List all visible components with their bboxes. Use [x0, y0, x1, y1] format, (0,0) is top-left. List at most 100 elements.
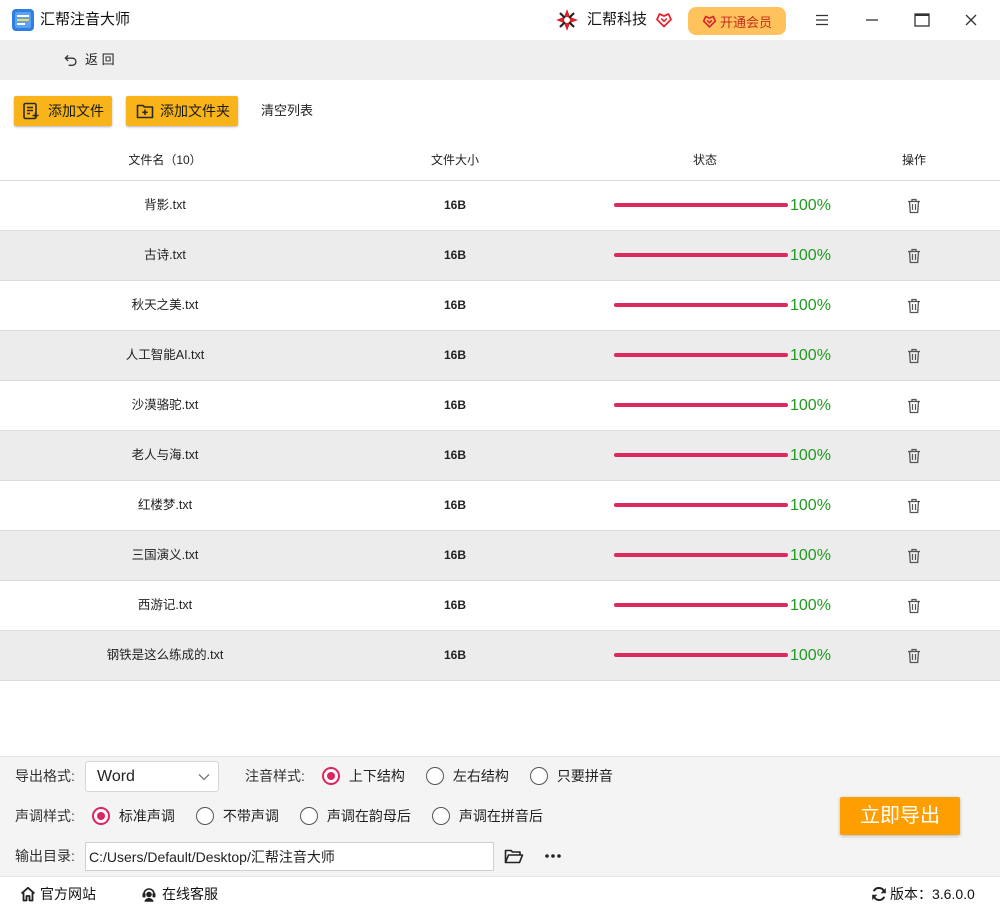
tone-style-label: 声调样式:: [15, 808, 75, 824]
table-row: 西游记.txt 16B 100%: [0, 581, 1000, 631]
phonetic-style-label: 注音样式:: [245, 768, 305, 784]
version-label: 版本：3.6.0.0: [890, 886, 975, 902]
export-format-label: 导出格式:: [15, 768, 75, 784]
table-row: 红楼梦.txt 16B 100%: [0, 481, 1000, 531]
add-file-button[interactable]: 添加文件: [14, 96, 112, 126]
progress-fill: [614, 453, 788, 457]
progress-bar: [614, 253, 788, 257]
phonetic-style-option[interactable]: 只要拼音: [529, 766, 613, 786]
trash-icon[interactable]: [907, 598, 921, 614]
file-name: 人工智能AI.txt: [125, 348, 205, 362]
trash-icon[interactable]: [907, 648, 921, 664]
radio-button[interactable]: [529, 767, 548, 785]
table-row: 秋天之美.txt 16B 100%: [0, 281, 1000, 331]
file-name: 背影.txt: [144, 198, 186, 212]
customer-service-icon: [141, 886, 157, 902]
export-format-select[interactable]: Word: [85, 761, 219, 792]
file-name: 沙漠骆驼.txt: [131, 398, 199, 412]
file-name: 钢铁是这么练成的.txt: [106, 648, 224, 662]
radio-label: 左右结构: [452, 768, 509, 784]
export-button[interactable]: 立即导出: [840, 797, 960, 835]
app-title: 汇帮注音大师: [40, 11, 131, 28]
progress-fill: [614, 653, 788, 657]
trash-icon[interactable]: [907, 348, 921, 364]
more-icon[interactable]: [544, 853, 562, 859]
progress-percent: 100%: [790, 297, 831, 314]
progress-bar: [614, 653, 788, 657]
trash-icon[interactable]: [907, 398, 921, 414]
trash-icon[interactable]: [907, 198, 921, 214]
radio-button[interactable]: [431, 807, 450, 825]
progress-fill: [614, 303, 788, 307]
version-info: 版本：3.6.0.0: [871, 885, 975, 903]
header-status: 状态: [692, 153, 717, 167]
close-icon[interactable]: [961, 10, 981, 30]
progress-percent: 100%: [790, 197, 831, 214]
nav-bar: 返 回: [0, 40, 1000, 80]
official-website-link[interactable]: 官方网站: [20, 885, 96, 903]
folder-icon[interactable]: [504, 848, 524, 865]
file-name: 西游记.txt: [137, 598, 193, 612]
tone-style-option[interactable]: 不带声调: [195, 806, 279, 826]
radio-label: 声调在韵母后: [326, 808, 411, 824]
file-size: 16B: [443, 548, 466, 562]
file-size: 16B: [443, 598, 466, 612]
chevron-down-icon: [198, 773, 210, 781]
radio-button[interactable]: [299, 807, 318, 825]
clear-list-button[interactable]: 清空列表: [261, 103, 313, 119]
trash-icon[interactable]: [907, 448, 921, 464]
progress-percent: 100%: [790, 497, 831, 514]
trash-icon[interactable]: [907, 548, 921, 564]
phonetic-style-option[interactable]: 上下结构: [321, 766, 405, 786]
radio-label: 不带声调: [222, 808, 279, 824]
trash-icon[interactable]: [907, 248, 921, 264]
vip-button-label: 开通会员: [719, 14, 772, 30]
back-label: 返 回: [85, 52, 115, 67]
phonetic-style-option[interactable]: 左右结构: [425, 766, 509, 786]
table-row: 老人与海.txt 16B 100%: [0, 431, 1000, 481]
minimize-icon[interactable]: [862, 10, 882, 30]
add-file-label: 添加文件: [48, 103, 104, 119]
tone-style-option[interactable]: 声调在韵母后: [299, 806, 411, 826]
output-dir-input[interactable]: [85, 842, 494, 871]
maximize-icon[interactable]: [912, 10, 932, 30]
progress-percent: 100%: [790, 347, 831, 364]
radio-label: 声调在拼音后: [458, 808, 543, 824]
tone-style-group: 声调样式: 标准声调 不带声调 声调在韵母后 声调在拼音后: [15, 806, 564, 826]
progress-fill: [614, 553, 788, 557]
file-name: 老人与海.txt: [131, 448, 199, 462]
add-folder-button[interactable]: 添加文件夹: [126, 96, 238, 126]
radio-button[interactable]: [91, 807, 110, 825]
menu-icon[interactable]: [812, 10, 832, 30]
file-size: 16B: [443, 398, 466, 412]
tone-style-option[interactable]: 标准声调: [91, 806, 175, 826]
progress-bar: [614, 403, 788, 407]
progress-bar: [614, 453, 788, 457]
table-header: 文件名（10） 文件大小 状态 操作: [0, 140, 1000, 181]
radio-button[interactable]: [195, 807, 214, 825]
settings-panel: 导出格式: Word 注音样式: 上下结构 左右结构 只要拼音 声调样式: 标准声调…: [0, 756, 1000, 876]
header-action: 操作: [901, 153, 926, 167]
tone-style-option[interactable]: 声调在拼音后: [431, 806, 543, 826]
progress-percent: 100%: [790, 597, 831, 614]
trash-icon[interactable]: [907, 498, 921, 514]
app-logo-icon: [12, 9, 34, 31]
progress-fill: [614, 203, 788, 207]
radio-button[interactable]: [425, 767, 444, 785]
progress-fill: [614, 353, 788, 357]
online-support-link[interactable]: 在线客服: [141, 885, 218, 903]
add-folder-label: 添加文件夹: [160, 103, 230, 119]
trash-icon[interactable]: [907, 298, 921, 314]
vip-button[interactable]: 开通会员: [688, 7, 786, 35]
output-dir-label: 输出目录:: [15, 848, 75, 864]
refresh-icon[interactable]: [871, 886, 887, 902]
radio-label: 只要拼音: [556, 768, 613, 784]
back-button[interactable]: 返 回: [63, 52, 115, 68]
table-row: 钢铁是这么练成的.txt 16B 100%: [0, 631, 1000, 681]
progress-fill: [614, 403, 788, 407]
phonetic-style-group: 注音样式: 上下结构 左右结构 只要拼音: [245, 766, 634, 786]
radio-button[interactable]: [321, 767, 340, 785]
file-size: 16B: [443, 498, 466, 512]
file-size: 16B: [443, 648, 466, 662]
file-name: 古诗.txt: [144, 248, 186, 262]
